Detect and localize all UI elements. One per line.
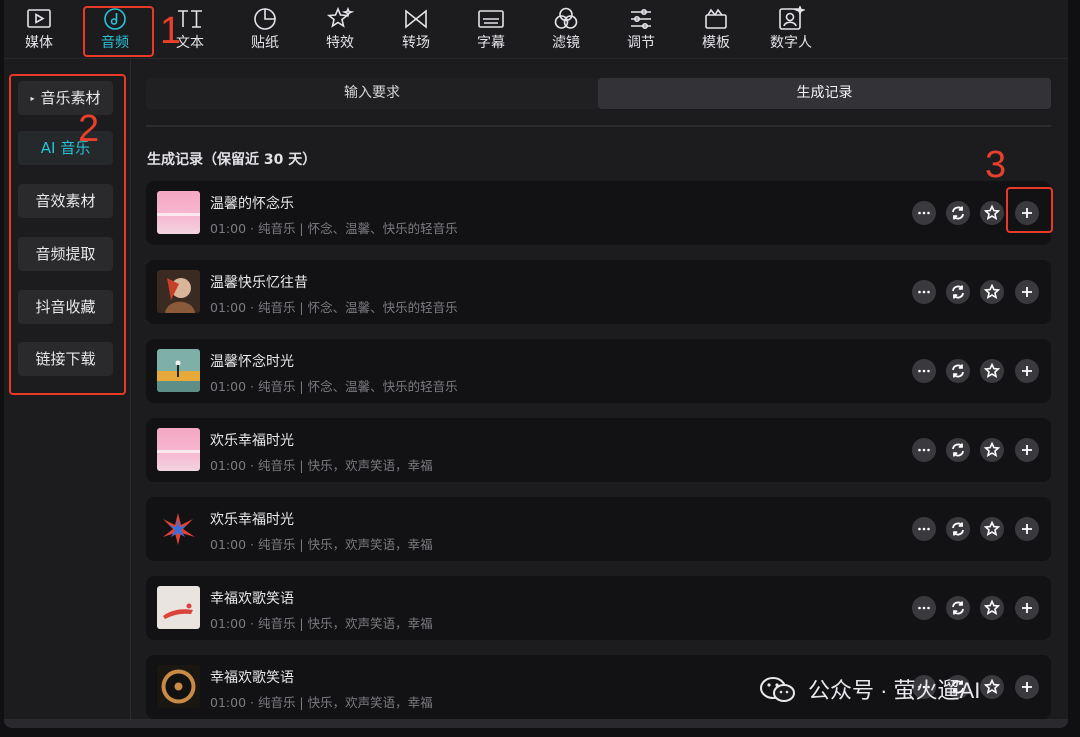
replace-button[interactable] xyxy=(946,517,970,541)
record-meta: 01:00 · 纯音乐 | 怀念、温馨、快乐的轻音乐 xyxy=(210,221,458,236)
annotation-box-3 xyxy=(1006,187,1053,233)
add-plus-button[interactable] xyxy=(1015,596,1039,620)
toolbar-label: 调节 xyxy=(627,35,655,51)
wechat-icon xyxy=(760,677,795,702)
toolbar-label: 滤镜 xyxy=(552,35,580,51)
annotation-number-3: 3 xyxy=(985,144,1007,186)
toolbar-label: 转场 xyxy=(402,35,430,51)
record-meta: 01:00 · 纯音乐 | 快乐，欢声笑语，幸福 xyxy=(210,458,433,473)
favorite-star-button[interactable] xyxy=(980,438,1004,462)
record-meta: 01:00 · 纯音乐 | 怀念、温馨、快乐的轻音乐 xyxy=(210,379,458,394)
toolbar-label: 贴纸 xyxy=(251,35,279,51)
effects-star-icon xyxy=(326,6,354,28)
record-card[interactable]: 温馨快乐忆往昔 01:00 · 纯音乐 | 怀念、温馨、快乐的轻音乐 xyxy=(146,260,1051,324)
favorite-star-button[interactable] xyxy=(980,596,1004,620)
replace-button[interactable] xyxy=(946,359,970,383)
more-button[interactable] xyxy=(912,517,936,541)
tab-generation-history[interactable]: 生成记录 xyxy=(598,78,1051,109)
toolbar-item-digital-human[interactable]: 数字人 xyxy=(756,4,826,54)
toolbar-item-media[interactable]: 媒体 xyxy=(4,4,74,54)
more-button[interactable] xyxy=(912,359,936,383)
divider xyxy=(146,125,1051,127)
record-title: 温馨的怀念乐 xyxy=(210,196,294,212)
more-button[interactable] xyxy=(912,280,936,304)
toolbar-item-sticker[interactable]: 贴纸 xyxy=(230,4,300,54)
more-button[interactable] xyxy=(912,596,936,620)
replace-button[interactable] xyxy=(946,438,970,462)
subtitle-keyboard-icon xyxy=(478,10,504,28)
add-plus-button[interactable] xyxy=(1015,359,1039,383)
toolbar-label: 特效 xyxy=(326,35,354,51)
toolbar-item-subtitle[interactable]: 字幕 xyxy=(456,4,526,54)
record-meta: 01:00 · 纯音乐 | 怀念、温馨、快乐的轻音乐 xyxy=(210,300,458,315)
toolbar-label: 媒体 xyxy=(25,35,53,51)
add-plus-button[interactable] xyxy=(1015,675,1039,699)
template-icon xyxy=(705,8,727,29)
annotation-box-1 xyxy=(83,6,154,57)
record-title: 欢乐幸福时光 xyxy=(210,512,294,528)
annotation-number-2: 2 xyxy=(78,108,100,150)
toolbar-label: 模板 xyxy=(702,35,730,51)
toolbar-label: 字幕 xyxy=(477,35,505,51)
toolbar-label: 数字人 xyxy=(770,35,812,51)
digital-human-icon xyxy=(779,6,805,30)
record-card[interactable]: 温馨的怀念乐 01:00 · 纯音乐 | 怀念、温馨、快乐的轻音乐 xyxy=(146,181,1051,245)
media-play-icon xyxy=(27,9,51,28)
record-card[interactable]: 幸福欢歌笑语 01:00 · 纯音乐 | 快乐，欢声笑语，幸福 xyxy=(146,576,1051,640)
toolbar-item-filter[interactable]: 滤镜 xyxy=(531,4,601,54)
record-thumbnail xyxy=(157,270,200,313)
favorite-star-button[interactable] xyxy=(980,517,1004,541)
section-title: 生成记录（保留近 30 天） xyxy=(147,152,317,168)
record-card[interactable]: 欢乐幸福时光 01:00 · 纯音乐 | 快乐，欢声笑语，幸福 xyxy=(146,418,1051,482)
record-thumbnail xyxy=(157,586,200,629)
favorite-star-button[interactable] xyxy=(980,675,1004,699)
record-title: 幸福欢歌笑语 xyxy=(210,591,294,607)
record-title: 欢乐幸福时光 xyxy=(210,433,294,449)
app-window: 媒体 音频 文本 贴纸 特效 转场 字幕 滤镜 调节 模板 数字人 ▸ 音乐素材… xyxy=(4,0,1068,728)
sticker-icon xyxy=(254,8,276,30)
more-button[interactable] xyxy=(912,438,936,462)
tab-input-requirements[interactable]: 输入要求 xyxy=(146,78,598,109)
more-button[interactable] xyxy=(912,201,936,225)
toolbar-item-template[interactable]: 模板 xyxy=(681,4,751,54)
record-title: 温馨快乐忆往昔 xyxy=(210,275,308,291)
record-title: 温馨怀念时光 xyxy=(210,354,294,370)
tab-bar: 输入要求 生成记录 xyxy=(146,78,1051,109)
record-thumbnail xyxy=(157,428,200,471)
add-plus-button[interactable] xyxy=(1015,517,1039,541)
favorite-star-button[interactable] xyxy=(980,359,1004,383)
annotation-number-1: 1 xyxy=(160,10,182,52)
favorite-star-button[interactable] xyxy=(980,201,1004,225)
replace-button[interactable] xyxy=(946,596,970,620)
annotation-box-2 xyxy=(9,74,126,395)
main-panel: 输入要求 生成记录 生成记录（保留近 30 天） 温馨的怀念乐 01:00 · 纯… xyxy=(131,59,1068,719)
record-card[interactable]: 欢乐幸福时光 01:00 · 纯音乐 | 快乐，欢声笑语，幸福 xyxy=(146,497,1051,561)
favorite-star-button[interactable] xyxy=(980,280,1004,304)
transition-bowtie-icon xyxy=(405,9,427,29)
toolbar-item-adjust[interactable]: 调节 xyxy=(606,4,676,54)
record-meta: 01:00 · 纯音乐 | 快乐，欢声笑语，幸福 xyxy=(210,616,433,631)
bottom-strip xyxy=(4,719,1068,728)
record-thumbnail xyxy=(157,191,200,234)
record-thumbnail xyxy=(157,507,200,550)
record-title: 幸福欢歌笑语 xyxy=(210,670,294,686)
record-card[interactable]: 温馨怀念时光 01:00 · 纯音乐 | 怀念、温馨、快乐的轻音乐 xyxy=(146,339,1051,403)
filter-circles-icon xyxy=(554,7,578,29)
toolbar-item-transition[interactable]: 转场 xyxy=(381,4,451,54)
add-plus-button[interactable] xyxy=(1015,280,1039,304)
watermark-text: 公众号 · 萤火遛AI xyxy=(808,678,981,703)
record-meta: 01:00 · 纯音乐 | 快乐，欢声笑语，幸福 xyxy=(210,537,433,552)
add-plus-button[interactable] xyxy=(1015,438,1039,462)
replace-button[interactable] xyxy=(946,280,970,304)
record-thumbnail xyxy=(157,349,200,392)
adjust-sliders-icon xyxy=(631,8,651,29)
record-thumbnail xyxy=(157,665,200,708)
record-meta: 01:00 · 纯音乐 | 快乐，欢声笑语，幸福 xyxy=(210,695,433,710)
replace-button[interactable] xyxy=(946,201,970,225)
toolbar-item-effects[interactable]: 特效 xyxy=(305,4,375,54)
